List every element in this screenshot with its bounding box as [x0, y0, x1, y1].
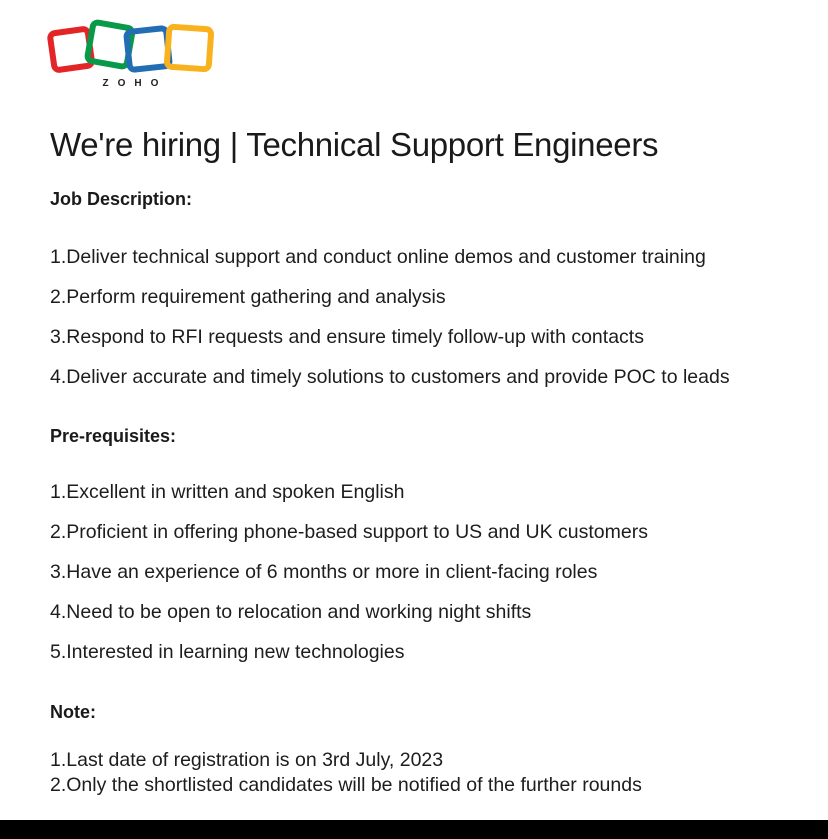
bottom-black-bar	[0, 820, 828, 839]
list-item: 5.Interested in learning new technologie…	[50, 641, 405, 663]
note-heading: Note:	[50, 702, 96, 722]
list-item: 2.Proficient in offering phone-based sup…	[50, 521, 648, 543]
list-item: 1.Last date of registration is on 3rd Ju…	[50, 749, 444, 771]
prerequisites-list: 1.Excellent in written and spoken Englis…	[50, 472, 648, 672]
list-item: 4.Deliver accurate and timely solutions …	[50, 366, 730, 388]
list-item: 1.Deliver technical support and conduct …	[50, 246, 706, 268]
note-list: 1.Last date of registration is on 3rd Ju…	[50, 748, 642, 798]
zoho-wordmark: ZOHO	[102, 78, 168, 89]
list-item: 4.Need to be open to relocation and work…	[50, 601, 532, 623]
page-title: We're hiring | Technical Support Enginee…	[50, 126, 659, 163]
logo-blue-square	[123, 25, 173, 73]
job-posting-page: ZOHO We're hiring | Technical Support En…	[0, 0, 828, 820]
list-item: 3.Have an experience of 6 months or more…	[50, 561, 598, 583]
list-item: 1.Excellent in written and spoken Englis…	[50, 481, 405, 503]
prerequisites-heading: Pre-requisites:	[50, 426, 177, 446]
job-description-list: 1.Deliver technical support and conduct …	[50, 237, 730, 397]
list-item: 2.Only the shortlisted candidates will b…	[50, 774, 642, 796]
list-item: 2.Perform requirement gathering and anal…	[50, 286, 446, 308]
logo-yellow-square	[163, 23, 215, 73]
job-description-heading: Job Description:	[50, 189, 193, 209]
list-item: 3.Respond to RFI requests and ensure tim…	[50, 326, 644, 348]
